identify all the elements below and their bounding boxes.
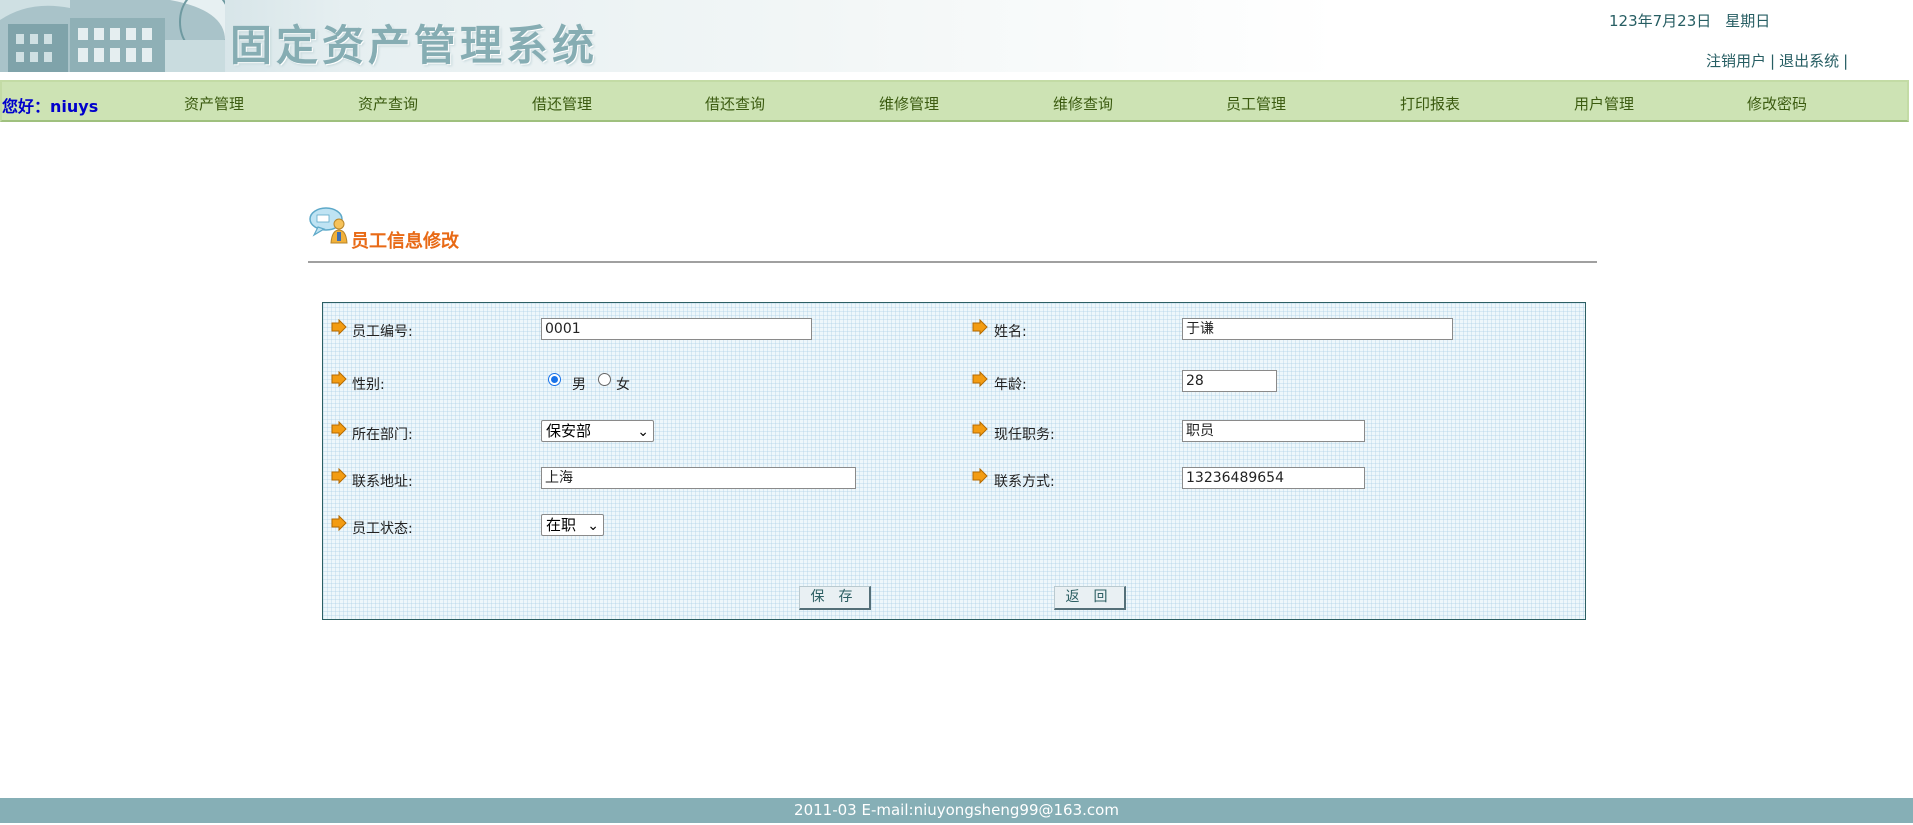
gender-male-radio[interactable] [548,373,561,386]
date-display: 123年7月23日 星期日 [1609,10,1770,31]
nav-item-print-report[interactable]: 打印报表 [1400,93,1460,114]
position-input[interactable]: 职员 [1182,420,1365,442]
main-nav-bar: 您好：niuys 资产管理 资产查询 借还管理 借还查询 维修管理 维修查询 员… [0,80,1909,122]
department-label: 所在部门: [352,427,413,443]
gender-female-label: 女 [616,377,630,393]
weekday-text: 星期日 [1725,12,1771,30]
age-label: 年龄: [994,377,1027,393]
nav-item-asset-query[interactable]: 资产查询 [358,93,418,114]
address-input[interactable]: 上海 [541,467,856,489]
orange-arrow-icon [972,371,988,387]
age-input[interactable]: 28 [1182,370,1277,392]
nav-item-borrow-management[interactable]: 借还管理 [532,93,592,114]
logout-user-link[interactable]: 注销用户 [1706,52,1766,70]
orange-arrow-icon [331,468,347,484]
nav-item-repair-query[interactable]: 维修查询 [1053,93,1113,114]
name-label: 姓名: [994,324,1027,340]
nav-item-repair-management[interactable]: 维修管理 [879,93,939,114]
nav-item-change-password[interactable]: 修改密码 [1747,93,1807,114]
exit-system-link[interactable]: 退出系统 [1779,52,1839,70]
department-selected-value: 保安部 [546,422,592,440]
user-chat-icon [309,207,348,244]
date-text: 123年7月23日 [1609,12,1712,30]
orange-arrow-icon [972,421,988,437]
user-greeting: 您好：niuys [2,97,99,116]
link-separator: | [1843,52,1849,70]
chevron-down-icon: ⌄ [587,518,599,534]
user-links: 注销用户 | 退出系统 | [1706,50,1852,71]
nav-item-employee-management[interactable]: 员工管理 [1226,93,1286,114]
gender-label: 性别: [352,377,385,393]
gender-female-radio[interactable] [598,373,611,386]
employee-edit-form: 员工编号: 0001 姓名: 于谦 性别: 男 女 年龄: 28 所在部门: 保… [322,302,1586,620]
orange-arrow-icon [331,371,347,387]
building-logo-image [0,0,225,72]
orange-arrow-icon [331,421,347,437]
nav-item-asset-management[interactable]: 资产管理 [184,93,244,114]
status-select[interactable]: 在职 ⌄ [541,514,604,536]
system-title: 固定资产管理系统 [230,21,599,70]
contact-label: 联系方式: [994,474,1055,490]
employee-id-label: 员工编号: [352,324,413,340]
status-selected-value: 在职 [546,516,577,534]
heading-divider [308,261,1597,263]
link-separator: | [1770,52,1776,70]
employee-id-input[interactable]: 0001 [541,318,812,340]
footer-bar: 2011-03 E-mail:niuyongsheng99@163.com [0,798,1913,823]
department-select[interactable]: 保安部 ⌄ [541,420,654,442]
header-banner: 固定资产管理系统 123年7月23日 星期日 注销用户 | 退出系统 | [0,0,1913,72]
orange-arrow-icon [972,319,988,335]
save-button[interactable]: 保存 [799,586,871,610]
chevron-down-icon: ⌄ [637,424,649,440]
name-input[interactable]: 于谦 [1182,318,1453,340]
position-label: 现任职务: [994,427,1055,443]
nav-item-user-management[interactable]: 用户管理 [1574,93,1634,114]
orange-arrow-icon [331,515,347,531]
footer-text: 2011-03 E-mail:niuyongsheng99@163.com [794,801,1119,819]
contact-input[interactable]: 13236489654 [1182,467,1365,489]
page-title: 员工信息修改 [351,231,459,252]
nav-item-borrow-query[interactable]: 借还查询 [705,93,765,114]
gender-male-label: 男 [572,377,586,393]
address-label: 联系地址: [352,474,413,490]
orange-arrow-icon [331,319,347,335]
status-label: 员工状态: [352,521,413,537]
orange-arrow-icon [972,468,988,484]
back-button[interactable]: 返回 [1054,586,1126,610]
